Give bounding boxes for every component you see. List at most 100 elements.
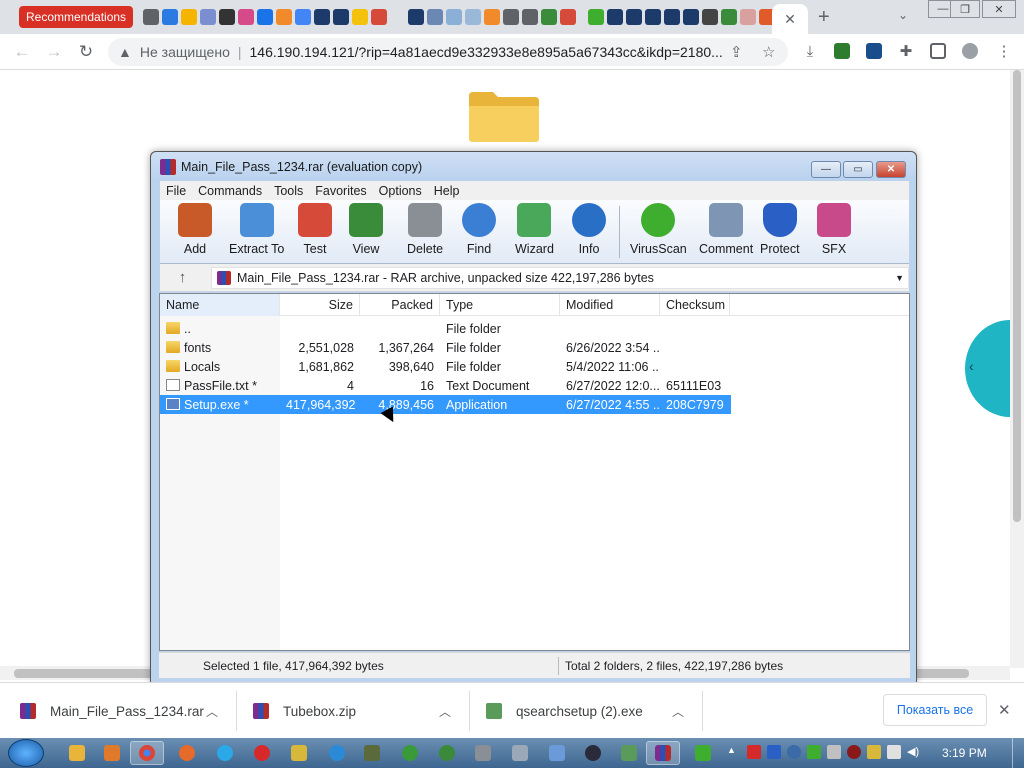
up-folder-arrow-icon[interactable]: ↑ [160,269,205,286]
tab-icon[interactable] [503,9,520,25]
tray-icon[interactable] [767,745,781,759]
column-header-checksum[interactable]: Checksum [660,294,730,316]
recommendations-tab[interactable]: Recommendations [19,6,134,28]
dropdown-arrow-icon[interactable]: ▼ [895,273,904,283]
chevron-left-icon[interactable]: ‹ [969,358,974,374]
menu-help[interactable]: Help [434,184,460,198]
network-icon[interactable] [887,745,901,759]
insecure-label[interactable]: Не защищено [140,44,230,60]
taskbar-app-opera[interactable] [245,741,279,765]
taskbar-app-obs[interactable] [576,741,610,765]
winrar-address-field[interactable]: Main_File_Pass_1234.rar - RAR archive, u… [211,266,909,289]
address-bar[interactable]: ▲ Не защищено | 146.190.194.121/?rip=4a8… [108,38,788,66]
taskbar-app-box[interactable] [355,741,389,765]
tab-icon[interactable] [408,9,425,25]
taskbar-app-tool2[interactable] [466,741,500,765]
show-desktop-button[interactable] [1012,738,1024,768]
tab-icon[interactable] [446,9,463,25]
table-row-selected[interactable]: Setup.exe * 417,964,392 4,889,456 Applic… [160,395,731,414]
taskbar-app-ie[interactable] [320,741,354,765]
tab-icon[interactable] [427,9,444,25]
taskbar-app-skype[interactable] [208,741,242,765]
taskbar-app-window[interactable] [503,741,537,765]
tray-icon[interactable] [847,745,861,759]
column-header-size[interactable]: Size [280,294,360,316]
taskbar-app-firefox[interactable] [170,741,204,765]
back-arrow-icon[interactable]: ← [12,42,32,62]
tab-icon[interactable] [606,9,623,25]
taskbar-app-media[interactable] [95,741,129,765]
reload-icon[interactable]: ↻ [76,42,96,62]
tray-icon[interactable] [747,745,761,759]
table-row[interactable]: fonts 2,551,028 1,367,264 File folder 6/… [160,338,731,357]
window-restore-button[interactable]: ❐ [950,0,980,18]
tab-icon[interactable] [560,9,577,25]
warning-icon[interactable]: ▲ [118,44,132,60]
tool-virusscan-button[interactable]: VirusScan [630,203,687,256]
column-header-name[interactable]: Name [160,294,280,316]
tab-icon[interactable] [275,9,292,25]
active-tab[interactable]: ✕ [772,4,808,34]
tool-extract-button[interactable]: Extract To [229,203,284,256]
tab-icon[interactable] [701,9,718,25]
taskbar-app-fruits[interactable] [393,741,427,765]
taskbar-clock[interactable]: 3:19 PM [942,746,987,760]
tab-icon[interactable] [180,9,197,25]
tool-add-button[interactable]: Add [178,203,212,256]
extension-icon[interactable] [866,43,882,59]
tab-icon[interactable] [332,9,349,25]
winrar-maximize-button[interactable]: ▭ [843,161,873,178]
window-close-button[interactable]: ✕ [982,0,1016,18]
tray-icon[interactable] [827,745,841,759]
tool-info-button[interactable]: Info [572,203,606,256]
download-icon[interactable]: ⤓ [802,43,818,60]
tab-icon[interactable] [370,9,387,25]
menu-kebab-icon[interactable]: ⋮ [996,43,1012,60]
winrar-titlebar[interactable]: Main_File_Pass_1234.rar (evaluation copy… [151,152,916,182]
tab-icon[interactable] [465,9,482,25]
tray-icon[interactable] [807,745,821,759]
winrar-close-button[interactable]: ✕ [876,161,906,178]
tool-delete-button[interactable]: Delete [407,203,443,256]
tab-icon[interactable] [625,9,642,25]
sidepanel-icon[interactable] [930,43,946,59]
tool-sfx-button[interactable]: SFX [817,203,851,256]
table-row[interactable]: Locals 1,681,862 398,640 File folder 5/4… [160,357,731,376]
taskbar-app-installer[interactable] [612,741,646,765]
tab-icon[interactable] [587,9,604,25]
show-all-button[interactable]: Показать все [883,694,987,726]
tab-icon[interactable] [351,9,368,25]
bookmark-star-icon[interactable]: ☆ [762,43,775,61]
column-header-packed[interactable]: Packed [360,294,440,316]
tray-icon[interactable] [867,745,881,759]
column-header-modified[interactable]: Modified [560,294,660,316]
volume-icon[interactable]: ◀) [907,745,921,759]
tool-find-button[interactable]: Find [462,203,496,256]
tab-icon[interactable] [161,9,178,25]
column-header-type[interactable]: Type [440,294,560,316]
tray-icon[interactable] [787,745,801,759]
menu-file[interactable]: File [166,184,186,198]
download-item[interactable]: qsearchsetup (2).exe ︿ [486,683,696,739]
download-item[interactable]: Main_File_Pass_1234.rar ︿ [20,683,230,739]
chevron-up-icon[interactable]: ︿ [672,703,684,720]
extension-icon[interactable] [834,43,850,59]
tab-search-chevron-icon[interactable]: ⌄ [898,8,908,22]
taskbar-app-green[interactable] [686,741,720,765]
tab-icon[interactable] [682,9,699,25]
tab-close-icon[interactable]: ✕ [784,11,796,28]
tab-icon[interactable] [256,9,273,25]
extensions-puzzle-icon[interactable]: ✚ [898,43,914,60]
close-downloads-icon[interactable]: ✕ [998,701,1011,719]
download-item[interactable]: Tubebox.zip ︿ [253,683,463,739]
tab-icon[interactable] [541,9,558,25]
tab-icon[interactable] [739,9,756,25]
vertical-scroll-thumb[interactable] [1013,70,1021,522]
tab-icon[interactable] [484,9,501,25]
tab-icon[interactable] [644,9,661,25]
share-icon[interactable]: ⇪ [730,43,743,61]
chevron-up-icon[interactable]: ︿ [206,703,218,720]
tab-icon[interactable] [218,9,235,25]
menu-commands[interactable]: Commands [198,184,262,198]
chevron-up-icon[interactable]: ︿ [439,703,451,720]
